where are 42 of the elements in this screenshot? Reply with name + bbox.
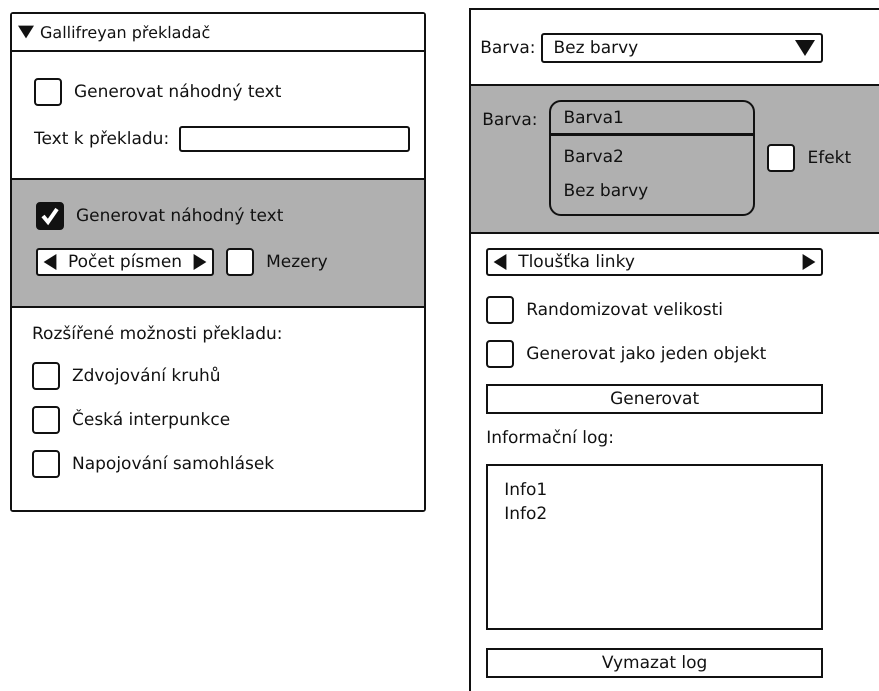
caret-icon bbox=[795, 38, 815, 58]
checkbox[interactable] bbox=[32, 406, 60, 434]
left-arrow-icon bbox=[492, 254, 508, 270]
checkbox[interactable] bbox=[767, 144, 796, 172]
right-arrow-icon bbox=[192, 254, 208, 270]
section-label: Informační log: bbox=[486, 428, 615, 448]
section-label: Rozšířené možnosti překladu: bbox=[32, 324, 284, 344]
spinner[interactable]: Tloušťka linky bbox=[486, 248, 823, 276]
checkbox-label: Randomizovat velikosti bbox=[526, 300, 724, 320]
checkbox-label: Generovat jako jeden objekt bbox=[526, 344, 766, 364]
checkbox-label: Generovat náhodný text bbox=[74, 82, 282, 102]
checkbox[interactable] bbox=[226, 248, 254, 276]
log-line: Info1 bbox=[504, 480, 548, 500]
right-arrow-icon bbox=[801, 254, 817, 270]
list-option[interactable]: Barva1 bbox=[551, 102, 754, 136]
checkbox-label: Mezery bbox=[266, 252, 328, 272]
checkbox-label: Zdvojování kruhů bbox=[72, 366, 221, 386]
field-label: Barva: bbox=[482, 110, 538, 130]
checkbox-label: Generovat náhodný text bbox=[76, 206, 284, 226]
dropdown[interactable]: Bez barvy bbox=[541, 33, 823, 63]
checkbox[interactable] bbox=[486, 296, 514, 324]
spinner[interactable]: Počet písmen bbox=[36, 248, 214, 276]
checkbox[interactable] bbox=[486, 340, 514, 368]
action-button[interactable]: Vymazat log bbox=[486, 648, 823, 678]
text-field[interactable] bbox=[179, 126, 410, 152]
panel-title: Gallifreyan překladač bbox=[40, 22, 210, 42]
checkbox[interactable] bbox=[34, 78, 62, 106]
list-option[interactable]: Bez barvy bbox=[551, 174, 754, 208]
log-line: Info2 bbox=[504, 504, 548, 524]
checkbox-label: Česká interpunkce bbox=[72, 410, 230, 430]
checkbox[interactable] bbox=[32, 362, 60, 390]
checkbox-label: Napojování samohlásek bbox=[72, 454, 274, 474]
field-label: Barva: bbox=[480, 38, 536, 58]
checkbox[interactable] bbox=[36, 202, 64, 230]
checkbox-label: Efekt bbox=[807, 148, 852, 168]
collapse-icon bbox=[18, 24, 34, 40]
left-arrow-icon bbox=[42, 254, 58, 270]
checkbox[interactable] bbox=[32, 450, 60, 478]
field-label: Text k překladu: bbox=[34, 129, 170, 149]
action-button[interactable]: Generovat bbox=[486, 384, 823, 414]
list-option[interactable]: Barva2 bbox=[551, 140, 754, 174]
panel-header[interactable]: Gallifreyan překladač bbox=[12, 14, 424, 52]
